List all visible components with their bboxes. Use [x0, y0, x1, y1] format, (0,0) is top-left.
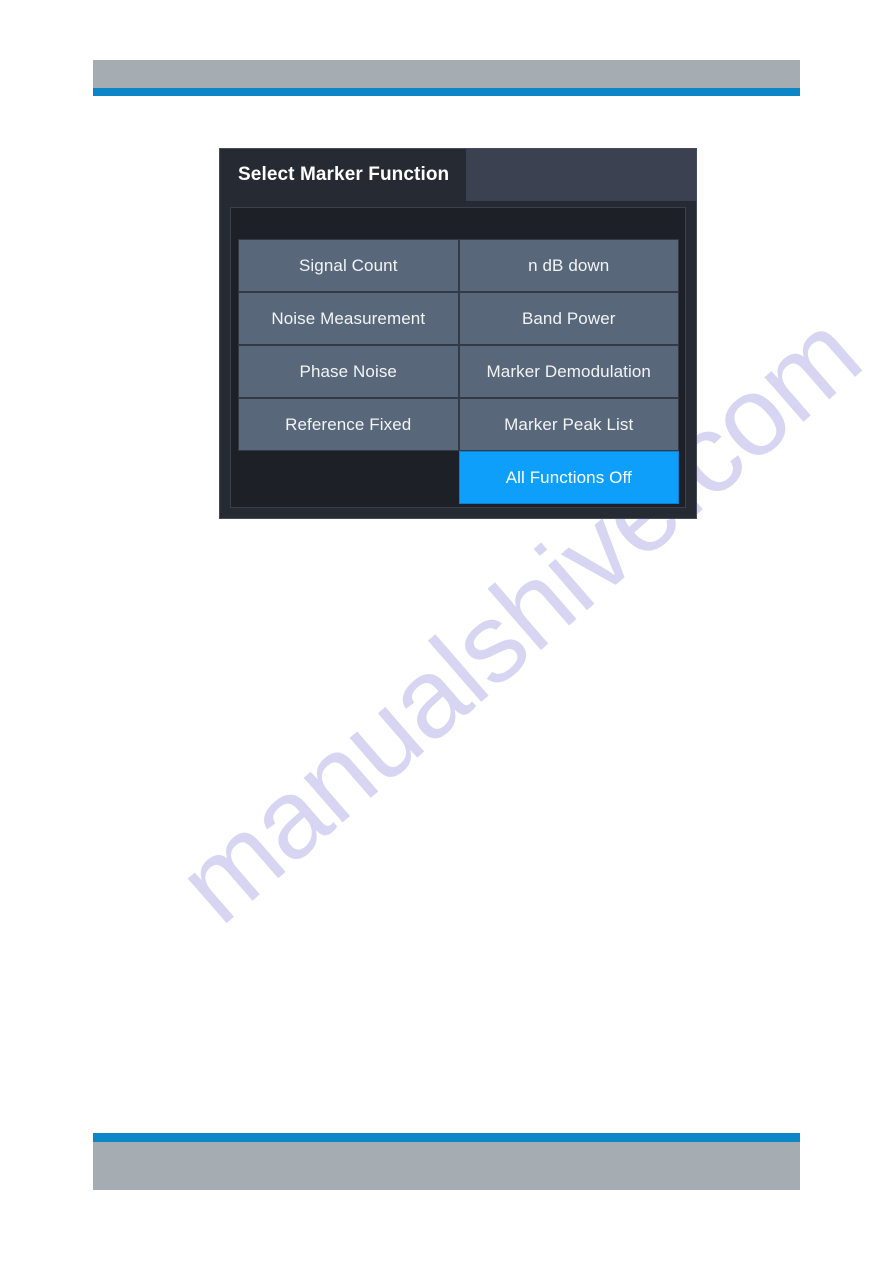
page-footer-blue-rule [93, 1133, 800, 1142]
button-phase-noise[interactable]: Phase Noise [238, 345, 459, 398]
button-marker-demodulation[interactable]: Marker Demodulation [458, 345, 679, 398]
dialog-body: Signal Count n dB down Noise Measurement… [230, 207, 686, 508]
button-marker-peak-list[interactable]: Marker Peak List [458, 398, 679, 451]
page-footer [93, 1133, 800, 1190]
button-noise-measurement[interactable]: Noise Measurement [238, 292, 459, 345]
button-label: Phase Noise [299, 361, 397, 381]
button-slot-empty [238, 451, 459, 504]
button-reference-fixed[interactable]: Reference Fixed [238, 398, 459, 451]
dialog-titlebar: Select Marker Function [220, 149, 696, 201]
button-label: Band Power [521, 308, 616, 328]
page-header-gray-bar [93, 60, 800, 88]
button-label: n dB down [528, 255, 610, 275]
select-marker-function-dialog: Select Marker Function Signal Count n dB… [219, 148, 697, 519]
button-label: Signal Count [298, 255, 398, 275]
button-label: Marker Demodulation [486, 361, 651, 381]
marker-function-button-grid: Signal Count n dB down Noise Measurement… [238, 239, 679, 504]
button-label: Noise Measurement [271, 308, 426, 328]
dialog-title: Select Marker Function [220, 149, 467, 201]
page-footer-gray-bar [93, 1142, 800, 1190]
button-label: All Functions Off [505, 467, 632, 487]
button-label: Marker Peak List [504, 414, 634, 434]
button-label: Reference Fixed [285, 414, 412, 434]
button-signal-count[interactable]: Signal Count [238, 239, 459, 292]
page-header [93, 60, 800, 96]
page-header-blue-rule [93, 88, 800, 96]
button-n-db-down[interactable]: n dB down [458, 239, 679, 292]
button-band-power[interactable]: Band Power [458, 292, 679, 345]
button-all-functions-off[interactable]: All Functions Off [458, 451, 679, 504]
